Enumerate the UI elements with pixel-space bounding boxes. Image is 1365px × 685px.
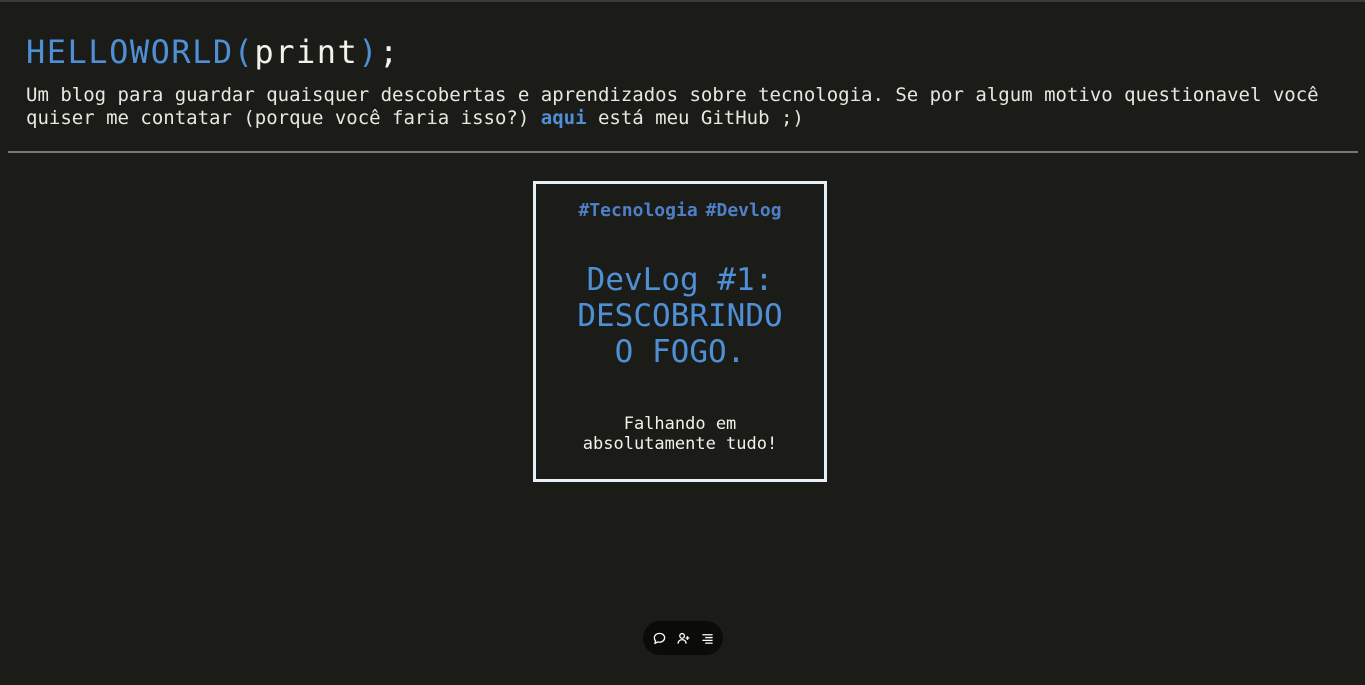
github-link[interactable]: aqui	[541, 107, 587, 129]
floating-toolbar	[643, 621, 723, 655]
site-title-semicolon: ;	[379, 33, 400, 71]
post-title-line: DESCOBRINDO	[577, 298, 783, 334]
comment-icon	[653, 632, 666, 645]
post-description: Falhando em absolutamente tudo!	[582, 414, 778, 454]
tagline-text-end: está meu GitHub ;)	[586, 107, 804, 129]
header-divider	[8, 151, 1358, 153]
add-user-button[interactable]	[676, 631, 691, 646]
post-card[interactable]: #Tecnologia #Devlog DevLog #1: DESCOBRIND…	[533, 181, 827, 482]
add-user-icon	[676, 632, 690, 645]
post-tag[interactable]: #Tecnologia	[578, 200, 697, 221]
site-title-open-paren: (	[233, 33, 255, 71]
site-title-argument: print	[254, 33, 359, 71]
post-tags: #Tecnologia #Devlog	[536, 200, 824, 222]
site-title-close-paren: )	[358, 33, 380, 71]
window-top-border	[0, 0, 1365, 2]
site-tagline: Um blog para guardar quaisquer descobert…	[26, 84, 1346, 130]
comment-button[interactable]	[652, 631, 667, 646]
site-title[interactable]: HELLOWORLD(print);	[26, 30, 1346, 74]
post-title[interactable]: DevLog #1: DESCOBRINDO O FOGO.	[555, 262, 805, 370]
post-tag[interactable]: #Devlog	[706, 200, 782, 221]
site-title-function: HELLOWORLD	[26, 33, 234, 71]
site-header: HELLOWORLD(print); Um blog para guardar …	[26, 30, 1346, 130]
post-title-line: O FOGO.	[614, 334, 746, 370]
menu-button[interactable]	[700, 631, 715, 646]
menu-list-icon	[701, 632, 714, 645]
post-title-line: DevLog #1:	[586, 262, 774, 298]
